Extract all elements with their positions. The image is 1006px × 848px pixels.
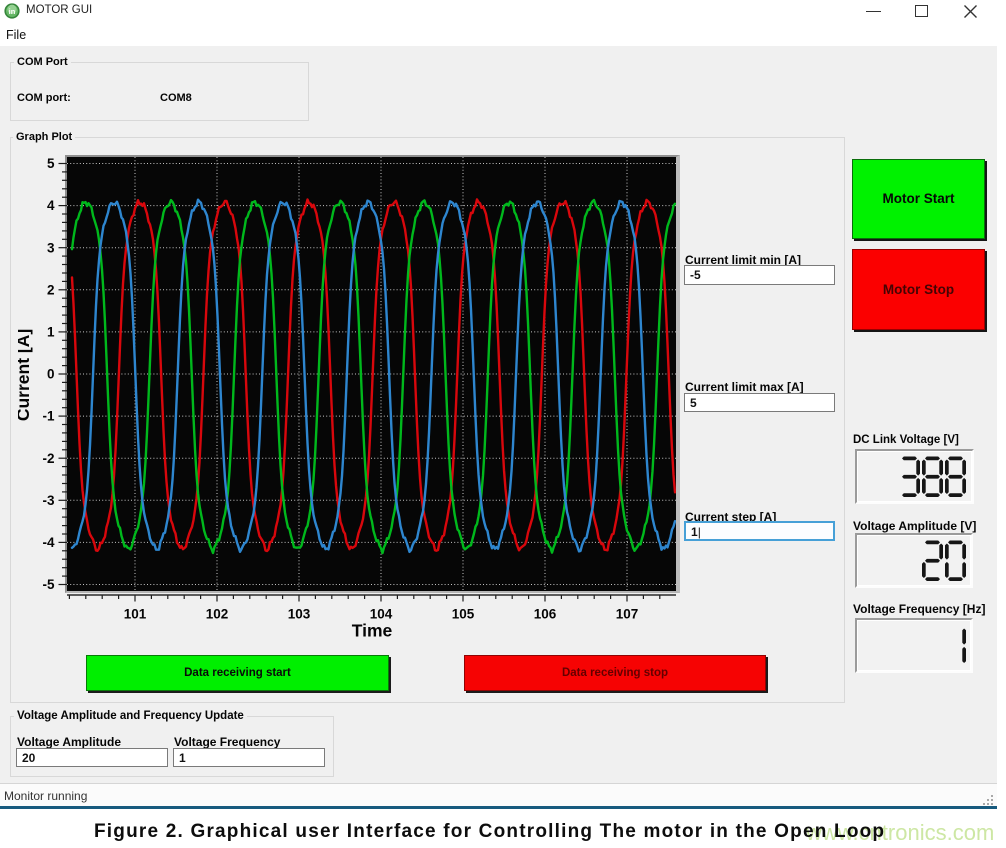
svg-text:-1: -1: [42, 409, 54, 424]
svg-text:107: 107: [616, 607, 639, 622]
svg-text:1: 1: [47, 325, 55, 340]
svg-text:0: 0: [47, 367, 55, 382]
svg-text:-2: -2: [42, 451, 54, 466]
svg-text:101: 101: [124, 607, 147, 622]
svg-text:2: 2: [47, 282, 55, 297]
svg-text:102: 102: [206, 607, 229, 622]
svg-text:in: in: [9, 7, 16, 16]
svg-text:Time: Time: [352, 621, 393, 641]
svg-text:Current [A]: Current [A]: [18, 329, 33, 421]
svg-text:-3: -3: [42, 493, 54, 508]
svg-text:104: 104: [370, 607, 393, 622]
svg-text:-4: -4: [42, 535, 54, 550]
svg-text:106: 106: [534, 607, 557, 622]
svg-text:3: 3: [47, 240, 55, 255]
svg-text:103: 103: [288, 607, 311, 622]
svg-text:5: 5: [47, 156, 55, 171]
svg-text:4: 4: [47, 198, 55, 213]
svg-text:-5: -5: [42, 577, 54, 592]
svg-text:105: 105: [452, 607, 475, 622]
